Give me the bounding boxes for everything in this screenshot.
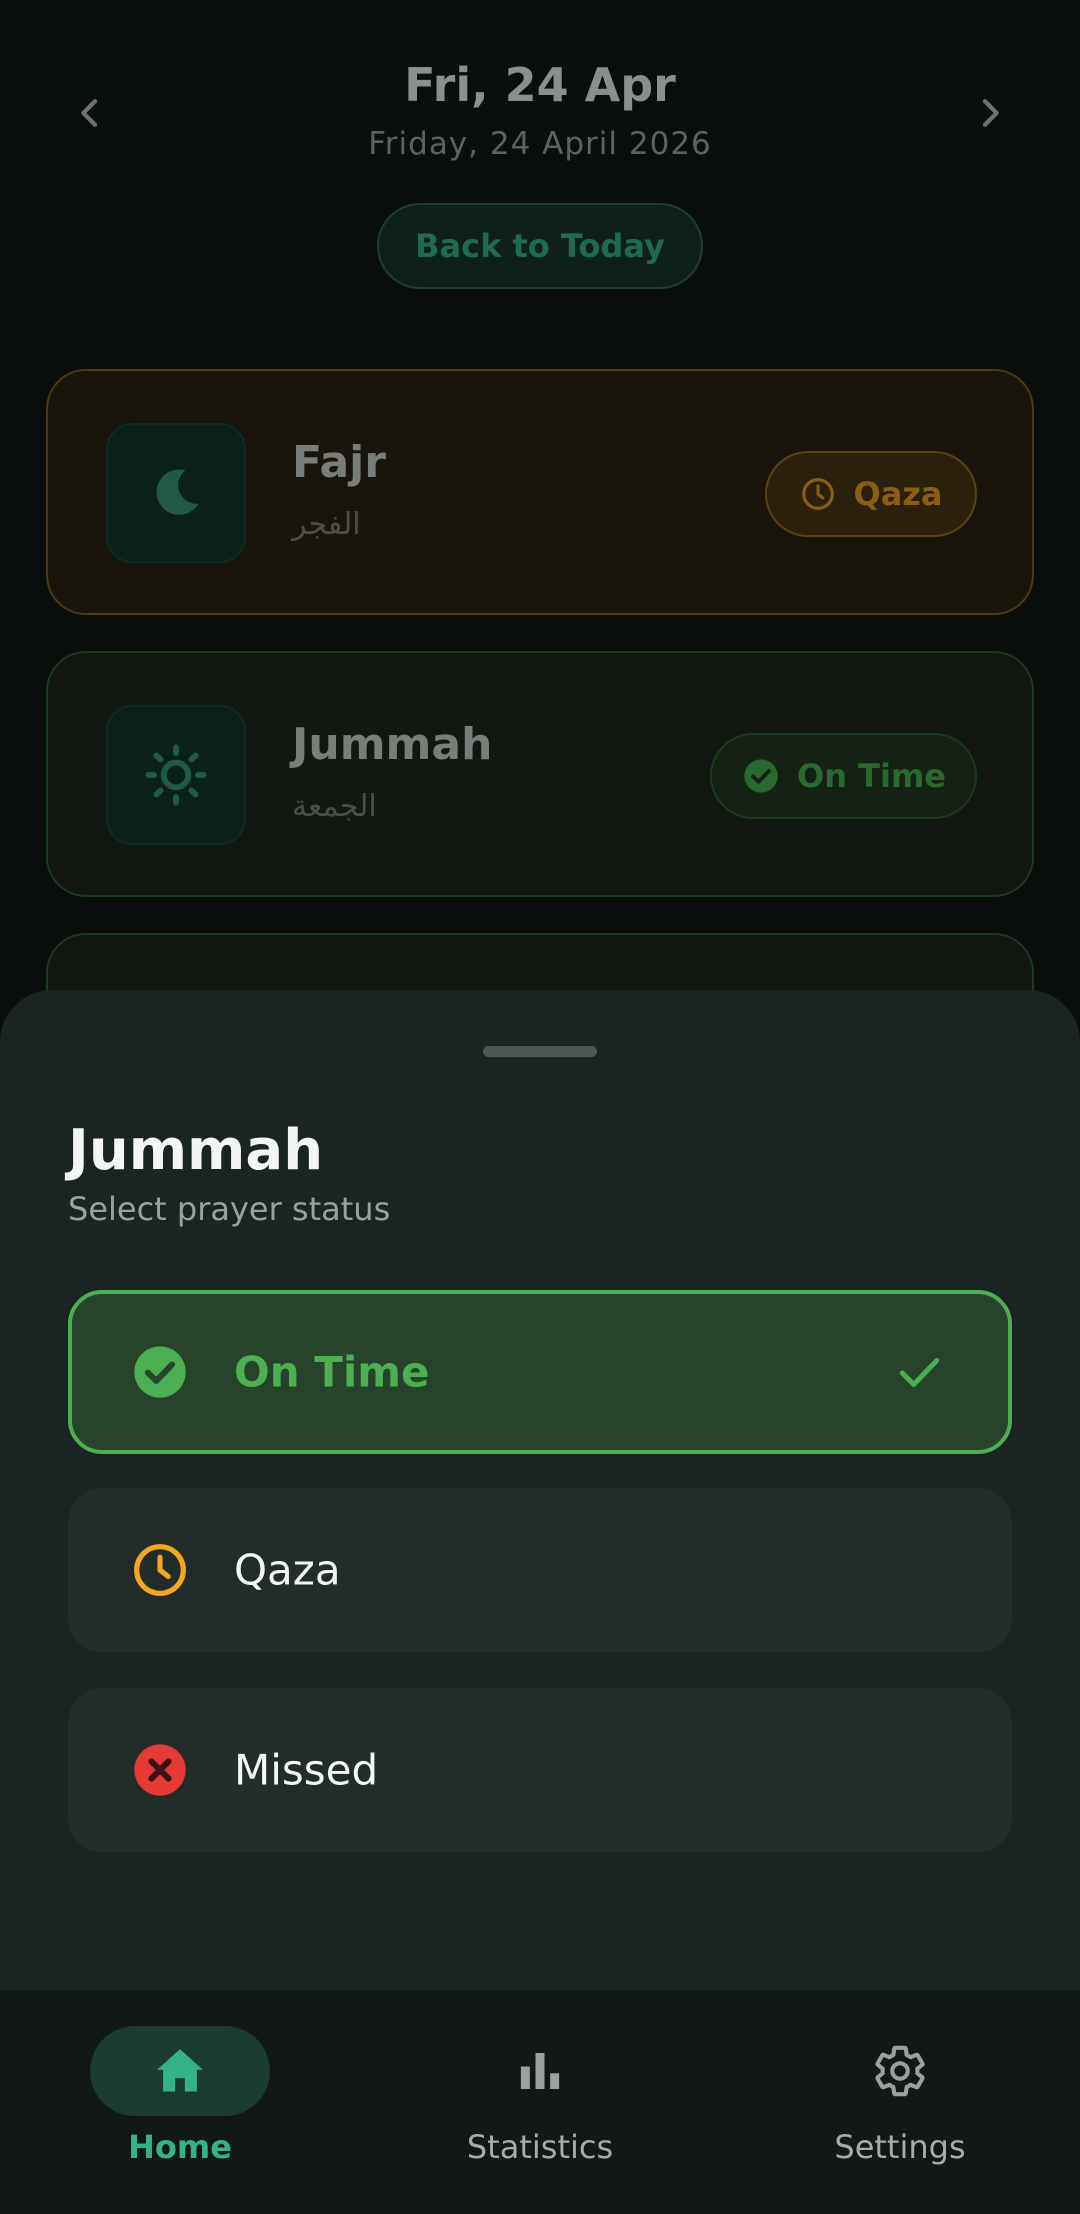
- clock-icon: [132, 1542, 188, 1598]
- nav-icon-indicator: [810, 2026, 990, 2116]
- next-day-button[interactable]: [955, 78, 1025, 148]
- back-to-today-button[interactable]: Back to Today: [377, 203, 703, 289]
- nav-label: Settings: [834, 2128, 966, 2166]
- prayer-card-fajr[interactable]: Fajr الفجر Qaza: [46, 369, 1034, 615]
- status-option-qaza[interactable]: Qaza: [68, 1488, 1012, 1652]
- status-option-label: Missed: [234, 1745, 379, 1795]
- prayer-name: Fajr: [292, 437, 386, 488]
- sheet-drag-handle[interactable]: [483, 1046, 597, 1057]
- moon-icon: [156, 469, 199, 515]
- check-circle-icon: [132, 1344, 188, 1400]
- gear-icon: [875, 2045, 925, 2097]
- prayer-icon-box: [106, 423, 246, 563]
- date-subtitle: Friday, 24 April 2026: [368, 126, 712, 162]
- nav-label: Statistics: [466, 2128, 614, 2166]
- nav-label: Home: [128, 2128, 232, 2166]
- home-icon: [157, 2049, 203, 2092]
- chevron-right-icon: [982, 99, 999, 127]
- status-option-label: Qaza: [234, 1545, 341, 1595]
- date-header: Fri, 24 Apr Friday, 24 April 2026 Back t…: [0, 0, 1080, 320]
- clock-icon: [802, 478, 835, 510]
- sheet-subtitle: Select prayer status: [68, 1190, 391, 1228]
- bar-chart-icon: [520, 2053, 560, 2089]
- status-badge-label: On Time: [797, 757, 946, 795]
- status-badge[interactable]: Qaza: [765, 451, 977, 537]
- prayer-card-jummah[interactable]: Jummah الجمعة On Time: [46, 651, 1034, 897]
- nav-icon-indicator: [90, 2026, 270, 2116]
- status-option-missed[interactable]: Missed: [68, 1688, 1012, 1852]
- bottom-navigation: Home Statistics Settings: [0, 1990, 1080, 2214]
- status-badge[interactable]: On Time: [710, 733, 977, 819]
- prayer-icon-box: [106, 705, 246, 845]
- status-option-label: On Time: [234, 1347, 430, 1397]
- prayer-name: Jummah: [292, 719, 493, 770]
- nav-icon-indicator: [450, 2026, 630, 2116]
- nav-item-settings[interactable]: Settings: [780, 2026, 1020, 2186]
- status-badge-label: Qaza: [853, 475, 943, 513]
- status-bottom-sheet: Jummah Select prayer status On Time Qaza: [0, 990, 1080, 1990]
- prayer-arabic-name: الفجر: [292, 507, 361, 542]
- x-circle-icon: [132, 1742, 188, 1798]
- date-title: Fri, 24 Apr: [404, 58, 676, 112]
- status-option-on-time[interactable]: On Time: [68, 1290, 1012, 1454]
- nav-item-statistics[interactable]: Statistics: [420, 2026, 660, 2186]
- nav-item-home[interactable]: Home: [60, 2026, 300, 2186]
- selected-check-icon: [894, 1347, 944, 1397]
- prayer-arabic-name: الجمعة: [292, 789, 377, 824]
- sheet-title: Jummah: [68, 1118, 324, 1183]
- sun-icon: [145, 744, 207, 806]
- check-circle-icon: [744, 759, 778, 793]
